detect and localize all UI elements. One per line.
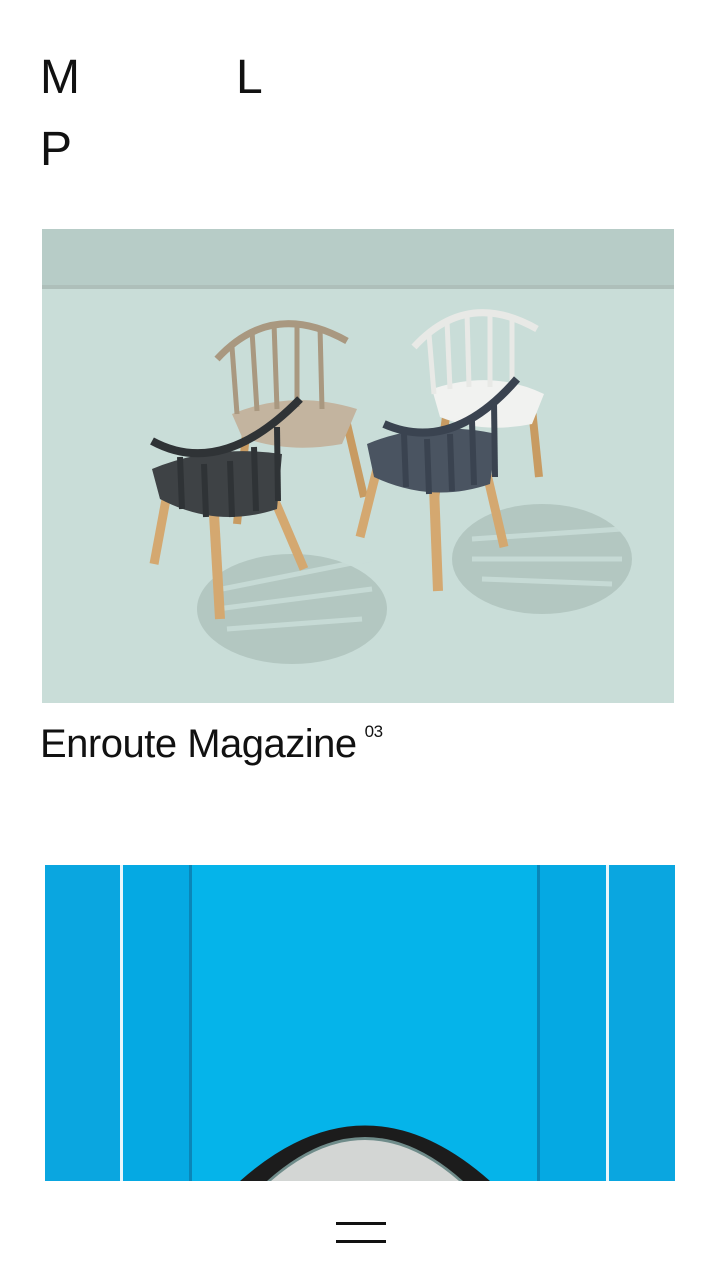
project-title[interactable]: Enroute Magazine 03: [40, 718, 383, 778]
site-logo[interactable]: M L P: [40, 52, 280, 182]
project-title-text: Enroute Magazine: [40, 722, 357, 766]
blue-wall-photo-icon: [45, 865, 675, 1181]
chairs-photo-icon: [42, 229, 674, 703]
project-number: 03: [364, 722, 383, 741]
logo-letter-m: M: [40, 51, 80, 104]
logo-letter-l: L: [236, 51, 263, 104]
project-image-blue[interactable]: [45, 865, 675, 1181]
menu-bar-top: [336, 1222, 386, 1225]
hamburger-menu-icon[interactable]: [336, 1222, 386, 1246]
menu-bar-bottom: [336, 1240, 386, 1243]
logo-letter-p: P: [40, 123, 73, 176]
project-image-chairs[interactable]: [42, 229, 674, 703]
